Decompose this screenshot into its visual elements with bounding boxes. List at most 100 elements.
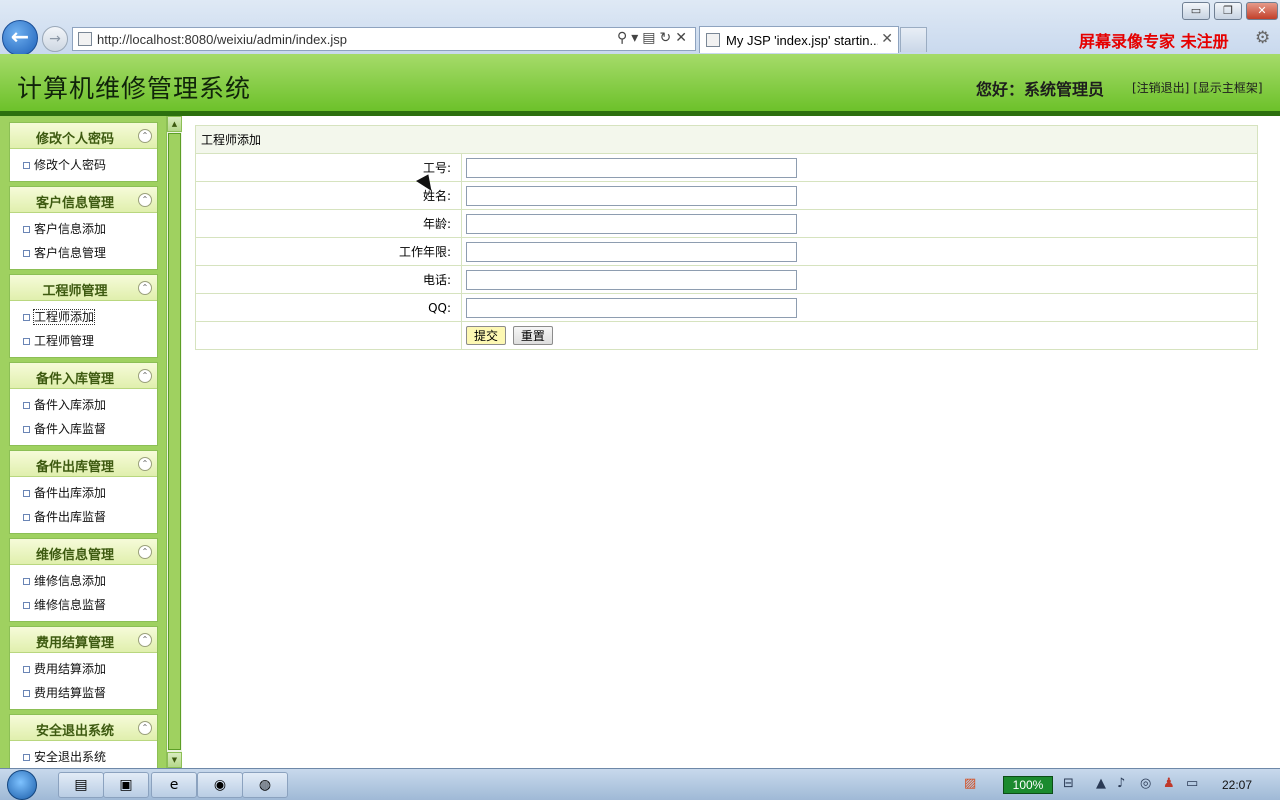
browser-tab[interactable]: My JSP 'index.jsp' startin... ✕ [699,26,899,53]
chevron-up-icon[interactable]: ⌃ [138,281,152,295]
chevron-up-icon[interactable]: ⌃ [138,457,152,471]
actions-spacer [195,321,462,350]
engineer-name-input[interactable] [466,185,797,206]
gear-icon[interactable]: ⚙ [1255,28,1270,48]
menu-header[interactable]: 维修信息管理 ⌃ [10,539,157,565]
back-button[interactable]: ← [2,20,38,56]
chevron-up-icon[interactable]: ⌃ [138,129,152,143]
submit-button[interactable]: 提交 [466,326,507,345]
sidebar-item-exit[interactable]: 安全退出系统 [10,745,157,768]
network-icon[interactable]: ◎ [1140,776,1151,791]
engineer-id-input[interactable] [466,157,797,178]
forward-button[interactable]: → [42,26,68,52]
start-button[interactable] [7,770,37,800]
sidebar-item-parts-in-add[interactable]: 备件入库添加 [10,393,157,417]
field-label-qq: QQ: [195,293,462,322]
menu-header[interactable]: 费用结算管理 ⌃ [10,627,157,653]
new-tab-button[interactable] [900,27,927,52]
monitor-icon[interactable]: ▭ [1186,776,1198,791]
sidebar-item-billing-add[interactable]: 费用结算添加 [10,657,157,681]
sidebar-item-parts-in-monitor[interactable]: 备件入库监督 [10,417,157,441]
tab-close-icon[interactable]: ✕ [881,31,893,47]
app-taskbar-icon[interactable]: ▣ [103,772,149,798]
tool-taskbar-icon[interactable]: ◍ [242,772,288,798]
chevron-up-icon[interactable]: ⌃ [138,193,152,207]
sidebar-item-engineer-add[interactable]: 工程师添加 [10,305,157,329]
recorder-watermark: 屏幕录像专家 未注册 [1079,32,1229,51]
search-icon[interactable]: ⚲ [617,30,631,46]
sidebar-item-billing-monitor[interactable]: 费用结算监督 [10,681,157,705]
recorder-tray-icon[interactable]: ▨ [964,776,976,791]
sidebar-item-parts-out-add[interactable]: 备件出库添加 [10,481,157,505]
field-label-phone: 电话: [195,265,462,294]
menu-header[interactable]: 修改个人密码 ⌃ [10,123,157,149]
menu-group-parts-out: 备件出库管理 ⌃ 备件出库添加 备件出库监督 [9,450,158,534]
menu-group-parts-in: 备件入库管理 ⌃ 备件入库添加 备件入库监督 [9,362,158,446]
volume-icon[interactable]: ♪ [1117,776,1125,791]
scroll-thumb[interactable] [168,133,181,750]
stop-icon[interactable]: ✕ [675,30,691,46]
sidebar-item-customer-add[interactable]: 客户信息添加 [10,217,157,241]
refresh-icon[interactable]: ↻ [660,30,676,46]
tab-favicon-icon [706,33,720,47]
address-bar[interactable]: http://localhost:8080/weixiu/admin/index… [72,27,696,51]
menu-group-title: 维修信息管理 [35,548,114,563]
system-tray: ▨ 100% ⊟ ▲ ♪ ◎ ♟ ▭ 22:07 [960,770,1280,800]
sidebar: 修改个人密码 ⌃ 修改个人密码 客户信息管理 ⌃ 客户信息添加 客户信息管理 工… [0,116,166,768]
menu-header[interactable]: 客户信息管理 ⌃ [10,187,157,213]
sidebar-item-customer-manage[interactable]: 客户信息管理 [10,241,157,265]
tab-title[interactable]: My JSP 'index.jsp' startin... [726,33,878,48]
menu-group-billing: 费用结算管理 ⌃ 费用结算添加 费用结算监督 [9,626,158,710]
show-main-frame-link[interactable]: [显示主框架] [1193,81,1262,95]
maximize-button[interactable]: ❐ [1214,2,1242,20]
dropdown-icon[interactable]: ▾ [631,30,642,46]
menu-group-title: 客户信息管理 [35,196,114,211]
engineer-qq-input[interactable] [466,297,797,318]
explorer-taskbar-icon[interactable]: ▤ [58,772,104,798]
menu-group-password: 修改个人密码 ⌃ 修改个人密码 [9,122,158,182]
menu-header[interactable]: 工程师管理 ⌃ [10,275,157,301]
menu-group-title: 费用结算管理 [35,636,114,651]
engineer-years-input[interactable] [466,241,797,262]
logout-link[interactable]: [注销退出] [1132,81,1189,95]
chevron-up-icon[interactable]: ⌃ [138,721,152,735]
media-taskbar-icon[interactable]: ◉ [197,772,243,798]
engineer-phone-input[interactable] [466,269,797,290]
url-text[interactable]: http://localhost:8080/weixiu/admin/index… [97,32,347,47]
app-header: 计算机维修管理系统 您好：系统管理员 [注销退出] [显示主框架] [0,54,1280,116]
chevron-up-icon[interactable]: ⌃ [138,633,152,647]
chevron-up-icon[interactable]: ⌃ [138,369,152,383]
menu-header[interactable]: 备件入库管理 ⌃ [10,363,157,389]
scroll-down-icon[interactable]: ▼ [167,752,182,768]
engineer-add-form: 工程师添加 工号: 姓名: 年龄: 工作年限: 电话: QQ: 提交 重置 [195,125,1258,350]
window-controls: ▭ ❐ ✕ [1182,2,1278,21]
qq-icon[interactable]: ♟ [1163,776,1175,791]
ie-taskbar-icon[interactable]: e [151,772,197,798]
chevron-up-icon[interactable]: ⌃ [138,545,152,559]
clock[interactable]: 22:07 [1222,778,1252,792]
menu-header[interactable]: 安全退出系统 ⌃ [10,715,157,741]
sidebar-item-repair-monitor[interactable]: 维修信息监督 [10,593,157,617]
menu-group-customers: 客户信息管理 ⌃ 客户信息添加 客户信息管理 [9,186,158,270]
scroll-up-icon[interactable]: ▲ [167,116,182,132]
sidebar-item-repair-add[interactable]: 维修信息添加 [10,569,157,593]
menu-header[interactable]: 备件出库管理 ⌃ [10,451,157,477]
page-favicon-icon [78,32,92,46]
close-window-button[interactable]: ✕ [1246,2,1278,20]
browser-toolbar: ← → http://localhost:8080/weixiu/admin/i… [0,0,1280,56]
sidebar-item-parts-out-monitor[interactable]: 备件出库监督 [10,505,157,529]
compat-view-icon[interactable]: ▤ [642,30,659,46]
menu-group-title: 修改个人密码 [35,132,114,147]
minimize-button[interactable]: ▭ [1182,2,1210,20]
sidebar-item-engineer-manage[interactable]: 工程师管理 [10,329,157,353]
menu-group-title: 安全退出系统 [35,724,114,739]
power-icon[interactable]: ⊟ [1063,776,1074,791]
reset-button[interactable]: 重置 [512,326,553,345]
engineer-age-input[interactable] [466,213,797,234]
sidebar-item-change-password[interactable]: 修改个人密码 [10,153,157,177]
battery-indicator[interactable]: 100% [1003,776,1053,794]
menu-group-title: 备件出库管理 [35,460,114,475]
address-actions[interactable]: ⚲▾▤↻✕ [617,30,691,46]
sidebar-scrollbar[interactable]: ▲ ▼ [166,116,182,768]
show-hidden-icons-icon[interactable]: ▲ [1096,776,1106,791]
